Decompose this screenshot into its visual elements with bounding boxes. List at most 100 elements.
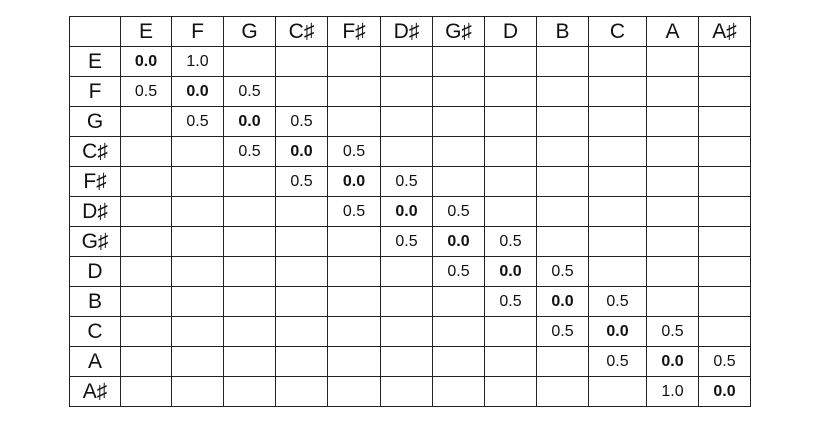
matrix-cell bbox=[120, 376, 172, 407]
row-header: G bbox=[69, 106, 121, 137]
matrix-cell bbox=[484, 346, 537, 377]
table-row: G 0.5 0.0 0.5 bbox=[69, 106, 751, 137]
matrix-cell bbox=[536, 106, 589, 137]
matrix-cell bbox=[698, 256, 751, 287]
matrix-cell bbox=[120, 346, 172, 377]
matrix-cell: 0.5 bbox=[646, 316, 699, 347]
matrix-cell: 0.5 bbox=[120, 76, 172, 107]
matrix-cell bbox=[698, 166, 751, 197]
matrix-cell: 1.0 bbox=[646, 376, 699, 407]
matrix-cell bbox=[171, 286, 224, 317]
matrix-cell bbox=[380, 46, 433, 77]
transition-matrix-table: E F G C♯ F♯ D♯ G♯ D B C A A♯ E 0.0 1.0 F 0.5… bbox=[69, 16, 751, 407]
matrix-cell bbox=[275, 76, 328, 107]
column-header: F♯ bbox=[327, 16, 381, 47]
matrix-cell: 1.0 bbox=[171, 46, 224, 77]
matrix-cell bbox=[275, 346, 328, 377]
diagonal-cell: 0.0 bbox=[380, 196, 433, 227]
matrix-cell bbox=[223, 166, 276, 197]
row-header: C bbox=[69, 316, 121, 347]
column-header: C bbox=[588, 16, 647, 47]
matrix-cell bbox=[275, 226, 328, 257]
row-header: D♯ bbox=[69, 196, 121, 227]
diagonal-cell: 0.0 bbox=[120, 46, 172, 77]
matrix-cell bbox=[275, 46, 328, 77]
matrix-cell bbox=[588, 106, 647, 137]
matrix-cell bbox=[327, 316, 381, 347]
matrix-cell bbox=[484, 196, 537, 227]
matrix-cell bbox=[646, 226, 699, 257]
matrix-cell bbox=[646, 256, 699, 287]
matrix-cell bbox=[432, 166, 485, 197]
matrix-cell bbox=[327, 46, 381, 77]
matrix-cell bbox=[171, 196, 224, 227]
row-header: F♯ bbox=[69, 166, 121, 197]
matrix-cell bbox=[171, 226, 224, 257]
matrix-cell bbox=[646, 166, 699, 197]
matrix-cell bbox=[327, 76, 381, 107]
matrix-cell bbox=[327, 226, 381, 257]
matrix-cell: 0.5 bbox=[484, 226, 537, 257]
matrix-cell bbox=[484, 376, 537, 407]
matrix-cell bbox=[120, 226, 172, 257]
table-row: F♯ 0.5 0.0 0.5 bbox=[69, 166, 751, 197]
matrix-cell: 0.5 bbox=[536, 256, 589, 287]
matrix-cell bbox=[588, 226, 647, 257]
matrix-cell bbox=[120, 166, 172, 197]
matrix-cell bbox=[588, 256, 647, 287]
table-row: D 0.5 0.0 0.5 bbox=[69, 256, 751, 287]
row-header: C♯ bbox=[69, 136, 121, 167]
matrix-cell bbox=[536, 46, 589, 77]
table-row: D♯ 0.5 0.0 0.5 bbox=[69, 196, 751, 227]
matrix-cell: 0.5 bbox=[380, 226, 433, 257]
matrix-cell bbox=[432, 346, 485, 377]
matrix-cell: 0.5 bbox=[275, 166, 328, 197]
matrix-cell: 0.5 bbox=[223, 76, 276, 107]
matrix-cell bbox=[698, 196, 751, 227]
matrix-cell bbox=[171, 256, 224, 287]
matrix-cell bbox=[223, 286, 276, 317]
matrix-cell bbox=[223, 316, 276, 347]
matrix-cell bbox=[698, 286, 751, 317]
matrix-cell bbox=[536, 376, 589, 407]
matrix-cell bbox=[223, 196, 276, 227]
matrix-cell bbox=[432, 136, 485, 167]
matrix-cell bbox=[275, 316, 328, 347]
matrix-cell bbox=[698, 316, 751, 347]
matrix-cell bbox=[380, 136, 433, 167]
matrix-cell bbox=[536, 196, 589, 227]
table-row: E 0.0 1.0 bbox=[69, 46, 751, 77]
row-header: A♯ bbox=[69, 376, 121, 407]
matrix-cell bbox=[432, 46, 485, 77]
matrix-cell bbox=[380, 376, 433, 407]
matrix-cell bbox=[698, 226, 751, 257]
matrix-cell bbox=[120, 316, 172, 347]
column-header: G♯ bbox=[432, 16, 485, 47]
matrix-cell bbox=[588, 376, 647, 407]
matrix-cell bbox=[588, 166, 647, 197]
matrix-cell bbox=[432, 316, 485, 347]
matrix-cell: 0.5 bbox=[588, 346, 647, 377]
matrix-cell bbox=[432, 286, 485, 317]
row-header: B bbox=[69, 286, 121, 317]
matrix-cell bbox=[327, 286, 381, 317]
matrix-cell: 0.5 bbox=[432, 256, 485, 287]
matrix-cell bbox=[646, 76, 699, 107]
matrix-cell bbox=[327, 256, 381, 287]
matrix-cell bbox=[484, 46, 537, 77]
matrix-cell: 0.5 bbox=[432, 196, 485, 227]
matrix-cell bbox=[171, 346, 224, 377]
matrix-cell bbox=[380, 106, 433, 137]
matrix-cell bbox=[380, 76, 433, 107]
matrix-cell: 0.5 bbox=[380, 166, 433, 197]
matrix-cell bbox=[646, 136, 699, 167]
matrix-cell bbox=[698, 106, 751, 137]
matrix-cell bbox=[275, 286, 328, 317]
column-header: C♯ bbox=[275, 16, 328, 47]
matrix-cell bbox=[223, 46, 276, 77]
matrix-cell bbox=[536, 226, 589, 257]
matrix-cell bbox=[275, 256, 328, 287]
table-row: A 0.5 0.0 0.5 bbox=[69, 346, 751, 377]
matrix-cell bbox=[588, 46, 647, 77]
matrix-cell bbox=[327, 346, 381, 377]
